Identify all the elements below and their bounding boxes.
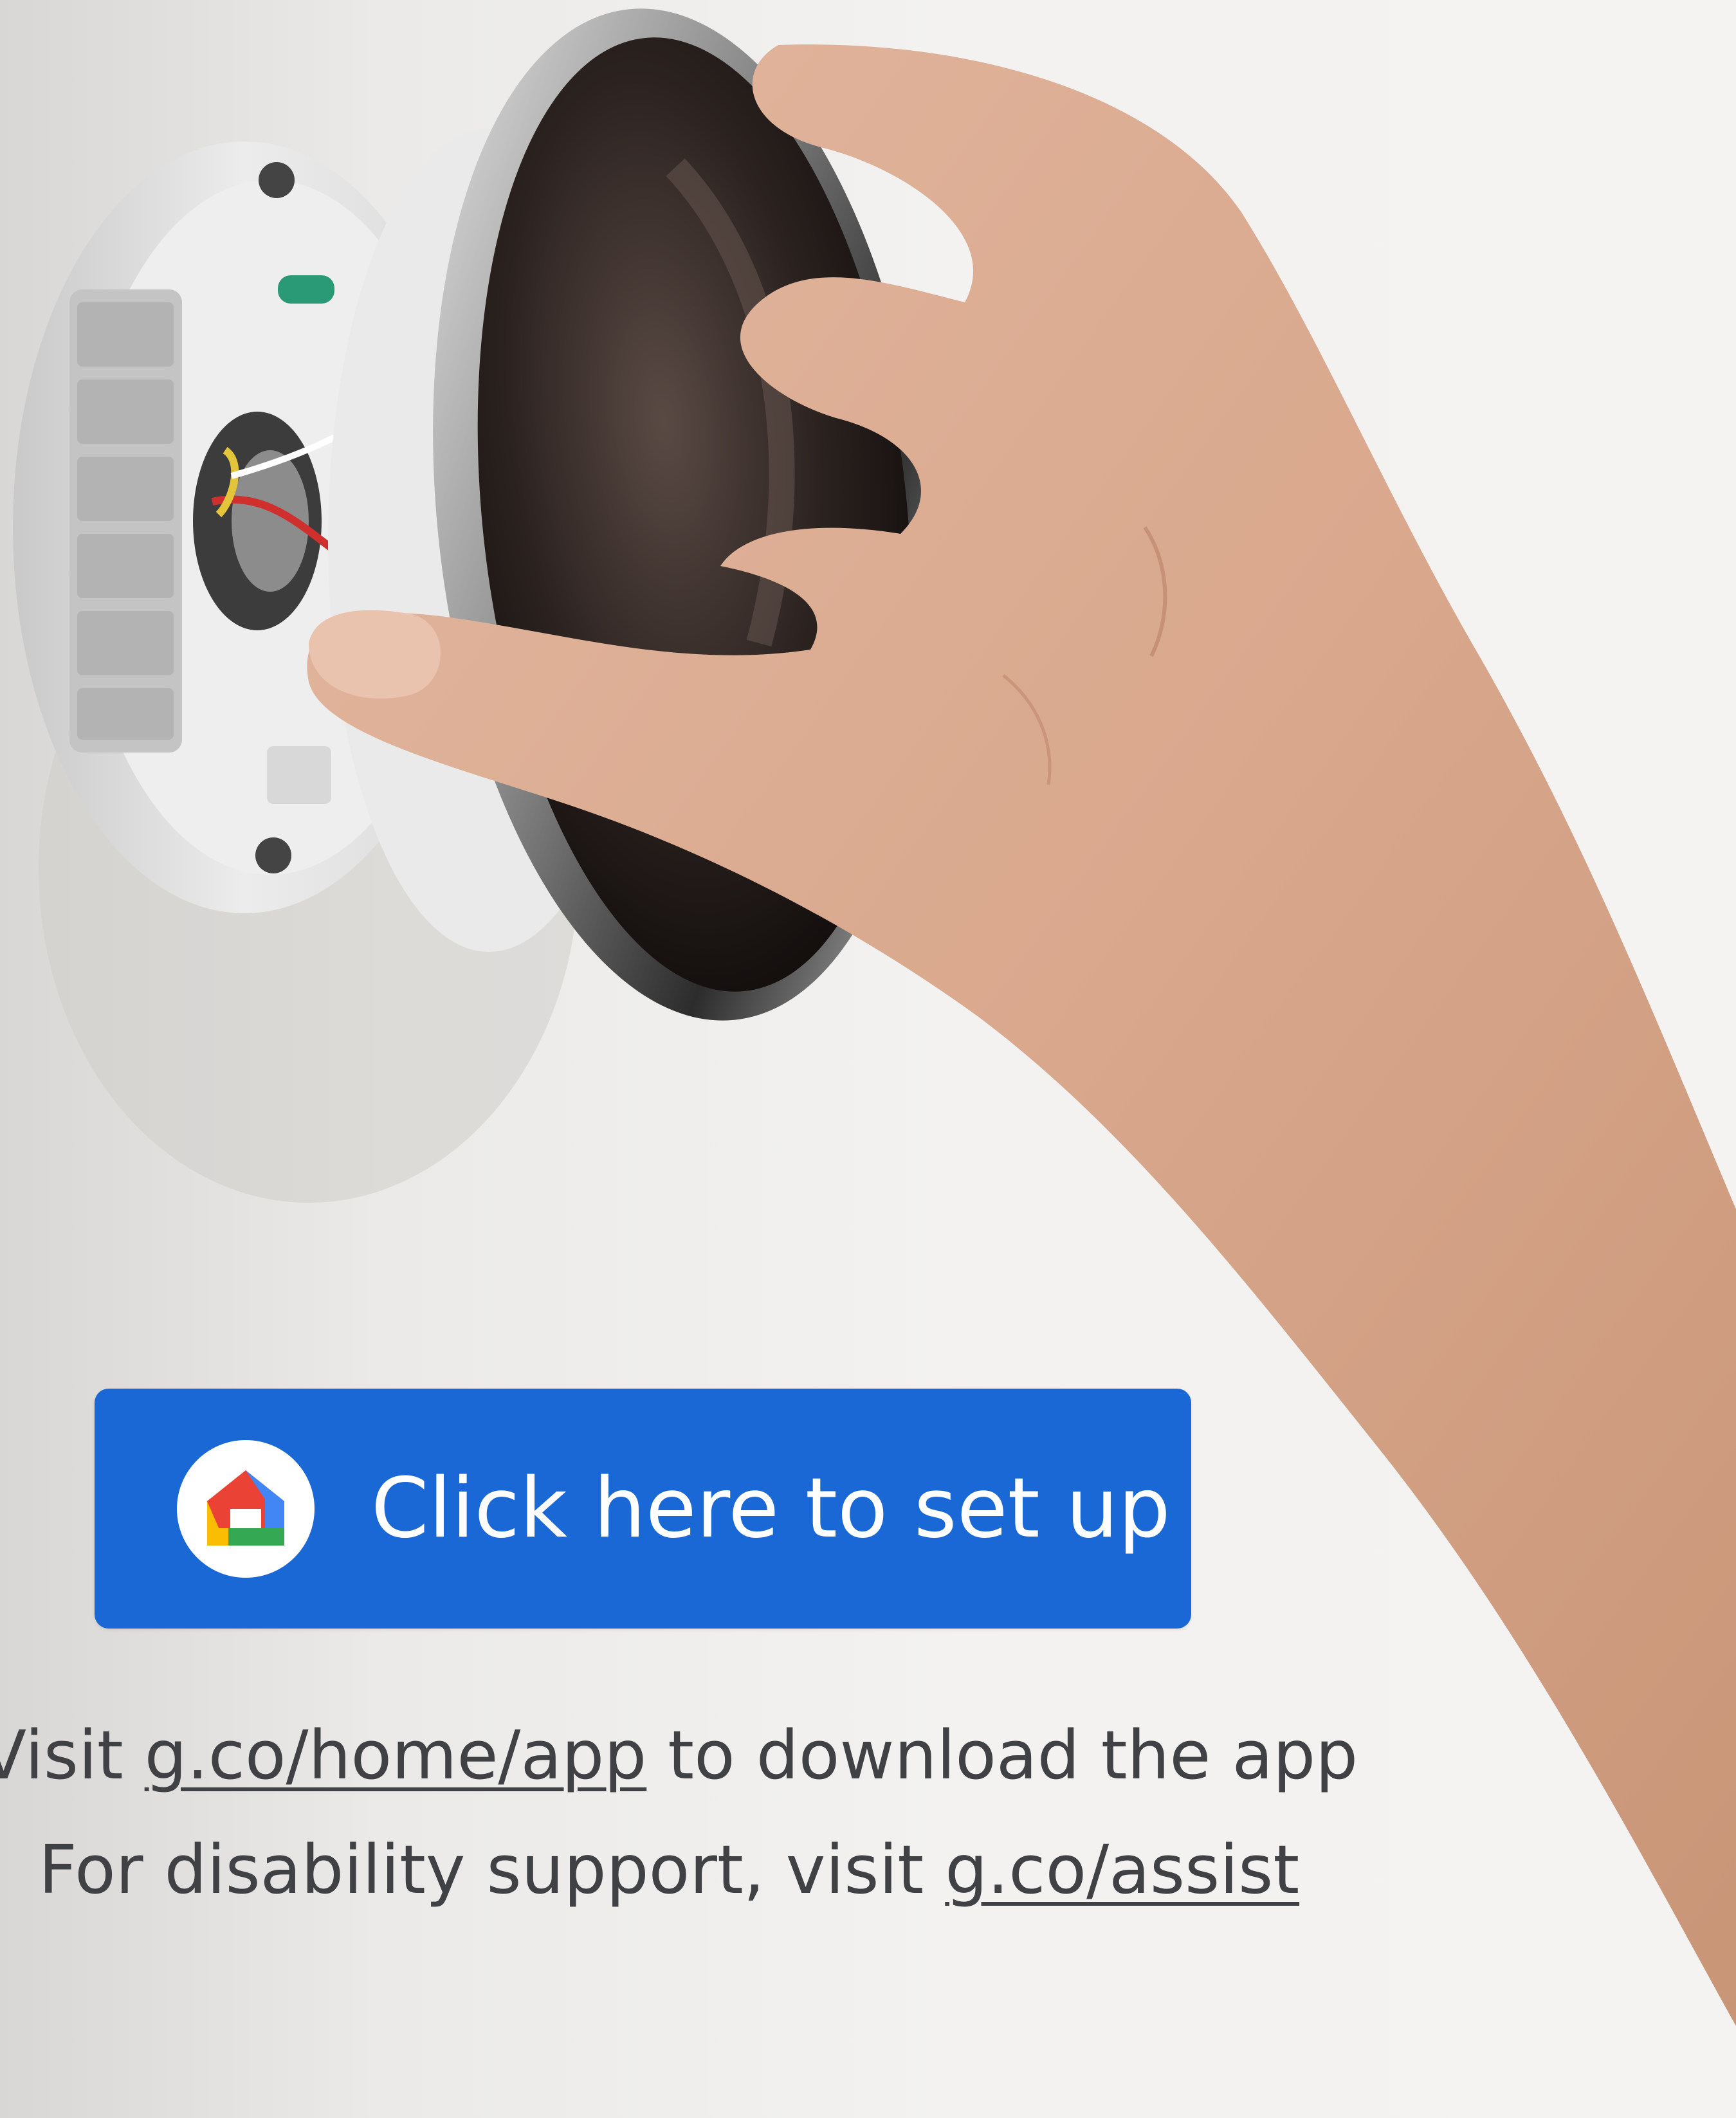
setup-button[interactable]: Click here to set up — [95, 1389, 1191, 1629]
setup-button-label: Click here to set up — [371, 1460, 1171, 1557]
bubble-level — [278, 275, 334, 304]
google-home-icon — [177, 1439, 315, 1578]
assist-link[interactable]: g.co/assist — [945, 1830, 1299, 1909]
download-suffix: to download the app — [646, 1716, 1358, 1794]
download-app-line: Visit g.co/home/app to download the app — [0, 1719, 1358, 1792]
disability-support-line: For disability support, visit g.co/assis… — [39, 1833, 1299, 1906]
home-app-link[interactable]: g.co/home/app — [145, 1716, 647, 1794]
disability-prefix: For disability support, visit — [39, 1830, 946, 1909]
download-prefix: Visit — [0, 1716, 123, 1794]
thermostat-installation-photo — [13, 8, 1736, 2026]
